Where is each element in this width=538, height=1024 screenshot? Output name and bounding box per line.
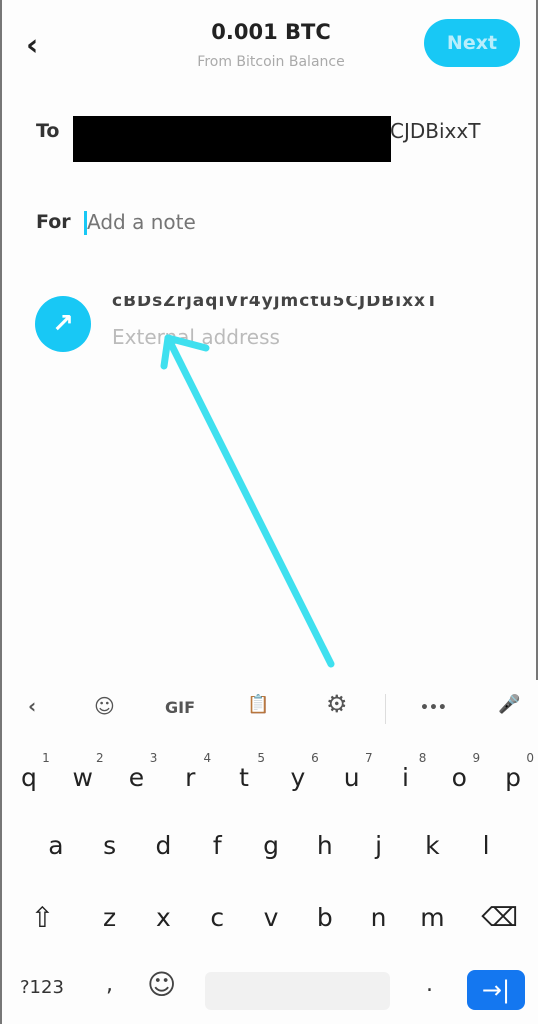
clipboard-icon[interactable]: 📋 (247, 694, 269, 715)
symbols-key[interactable]: ?123 (20, 977, 64, 998)
key-h[interactable]: h (298, 816, 352, 876)
key-q[interactable]: q1 (2, 748, 56, 808)
key-a[interactable]: a (29, 816, 83, 876)
sticker-icon[interactable]: ☺ (94, 694, 115, 718)
key-row-3: ⇧ z x c v b n m ⌫ (2, 888, 538, 948)
key-x[interactable]: x (137, 888, 191, 948)
key-c[interactable]: c (190, 888, 244, 948)
toolbar-divider (385, 694, 386, 724)
key-i[interactable]: i8 (379, 748, 433, 808)
key-j[interactable]: j (352, 816, 406, 876)
mic-icon[interactable]: 🎤 (498, 694, 520, 715)
more-icon[interactable]: ••• (420, 700, 447, 716)
key-v[interactable]: v (244, 888, 298, 948)
backspace-key[interactable]: ⌫ (459, 888, 538, 948)
key-d[interactable]: d (137, 816, 191, 876)
key-w[interactable]: w2 (56, 748, 110, 808)
key-s[interactable]: s (83, 816, 137, 876)
collapse-toolbar-icon[interactable]: ‹ (28, 694, 36, 718)
emoji-key[interactable]: ☺ (147, 968, 176, 1001)
keyboard: ‹ ☺ GIF 📋 ⚙ ••• 🎤 q1 w2 e3 r4 t5 y6 u7 i… (2, 680, 538, 1024)
gif-button[interactable]: GIF (165, 698, 195, 717)
key-row-1: q1 w2 e3 r4 t5 y6 u7 i8 o9 p0 (2, 748, 538, 808)
key-g[interactable]: g (244, 816, 298, 876)
key-m[interactable]: m (405, 888, 459, 948)
settings-icon[interactable]: ⚙ (326, 690, 348, 718)
key-y[interactable]: y6 (271, 748, 325, 808)
key-o[interactable]: o9 (432, 748, 486, 808)
key-r[interactable]: r4 (163, 748, 217, 808)
key-row-2: a s d f g h j k l (2, 816, 538, 876)
period-key[interactable]: . (426, 972, 433, 997)
key-p[interactable]: p0 (486, 748, 538, 808)
key-l[interactable]: l (459, 816, 513, 876)
key-t[interactable]: t5 (217, 748, 271, 808)
space-bar[interactable] (205, 972, 390, 1010)
key-n[interactable]: n (352, 888, 406, 948)
comma-key[interactable]: , (106, 972, 113, 997)
key-b[interactable]: b (298, 888, 352, 948)
enter-key[interactable]: →| (467, 970, 525, 1010)
key-f[interactable]: f (190, 816, 244, 876)
key-u[interactable]: u7 (325, 748, 379, 808)
key-e[interactable]: e3 (110, 748, 164, 808)
annotation-arrow (160, 334, 335, 668)
shift-key[interactable]: ⇧ (2, 888, 83, 948)
key-z[interactable]: z (83, 888, 137, 948)
key-k[interactable]: k (405, 816, 459, 876)
